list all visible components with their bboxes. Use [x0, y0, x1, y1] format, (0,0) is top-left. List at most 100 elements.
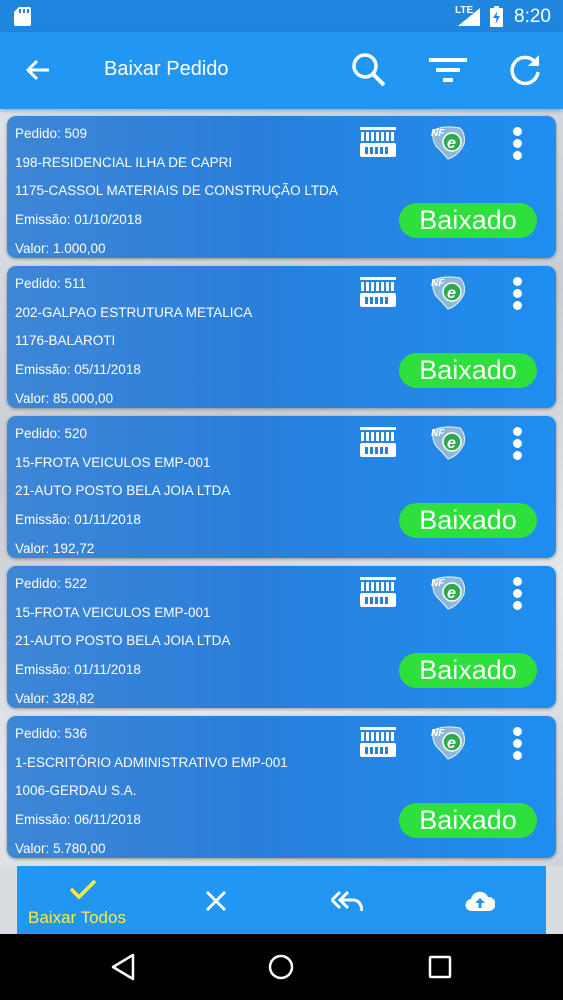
barcode-icon[interactable]	[360, 427, 396, 457]
order-company: 15-FROTA VEICULOS EMP-001	[15, 605, 211, 620]
nfe-logo-icon[interactable]: NF e	[428, 124, 468, 160]
status-time: 8:20	[514, 6, 551, 27]
close-icon	[206, 891, 226, 911]
nfe-logo-icon[interactable]: NF e	[428, 274, 468, 310]
more-vertical-icon	[512, 451, 522, 460]
search-button[interactable]	[349, 50, 389, 90]
order-number: Pedido: 536	[15, 726, 88, 741]
more-vertical-icon	[512, 139, 522, 148]
nfe-logo-icon[interactable]: NF e	[428, 424, 468, 460]
more-vertical-icon	[512, 751, 522, 760]
upload-button[interactable]	[463, 884, 497, 918]
more-vertical-icon	[512, 577, 522, 586]
order-value: Valor: 1.000,00	[15, 241, 106, 256]
svg-text:NF: NF	[431, 278, 445, 289]
order-number: Pedido: 520	[15, 426, 88, 441]
svg-text:e: e	[447, 285, 456, 302]
order-issue-date: Emissão: 01/10/2018	[15, 212, 142, 227]
nfe-logo-icon[interactable]: NF e	[428, 724, 468, 760]
order-customer: 21-AUTO POSTO BELA JOIA LTDA	[15, 633, 231, 648]
order-card[interactable]: Pedido: 522 15-FROTA VEICULOS EMP-001 21…	[7, 566, 556, 708]
more-vertical-icon	[512, 727, 522, 736]
nfe-logo-icon[interactable]: NF e	[428, 574, 468, 610]
order-company: 15-FROTA VEICULOS EMP-001	[15, 455, 211, 470]
order-number: Pedido: 511	[15, 276, 87, 291]
more-vertical-icon	[512, 151, 522, 160]
bottom-action-bar: Baixar Todos	[17, 866, 546, 934]
check-icon	[69, 879, 97, 900]
system-navigation-bar	[0, 934, 563, 1000]
signal-icon	[458, 8, 480, 26]
more-vertical-icon	[512, 427, 522, 436]
order-issue-date: Emissão: 05/11/2018	[15, 362, 141, 377]
order-card[interactable]: Pedido: 520 15-FROTA VEICULOS EMP-001 21…	[7, 416, 556, 558]
nav-recents-icon[interactable]	[428, 955, 452, 979]
more-vertical-icon	[512, 301, 522, 310]
more-options-button[interactable]	[507, 274, 527, 314]
status-badge: Baixado	[399, 353, 537, 388]
more-vertical-icon	[512, 289, 522, 298]
svg-text:e: e	[447, 435, 456, 452]
more-vertical-icon	[512, 127, 522, 136]
search-icon	[352, 53, 386, 87]
page-title: Baixar Pedido	[104, 58, 229, 80]
more-options-button[interactable]	[507, 124, 527, 164]
svg-text:NF: NF	[431, 428, 445, 439]
battery-charging-icon	[490, 6, 503, 27]
app-bar: Baixar Pedido	[0, 32, 563, 109]
barcode-icon[interactable]	[360, 127, 396, 157]
svg-text:NF: NF	[431, 128, 445, 139]
order-number: Pedido: 522	[15, 576, 88, 591]
barcode-icon[interactable]	[360, 727, 396, 757]
order-card[interactable]: Pedido: 536 1-ESCRITÓRIO ADMINISTRATIVO …	[7, 716, 556, 858]
more-options-button[interactable]	[507, 424, 527, 464]
filter-button[interactable]	[428, 50, 468, 90]
order-customer: 1176-BALAROTI	[15, 333, 116, 348]
nav-home-icon[interactable]	[268, 954, 294, 980]
order-value: Valor: 85.000,00	[15, 391, 114, 406]
order-customer: 21-AUTO POSTO BELA JOIA LTDA	[15, 483, 231, 498]
cloud-upload-icon	[465, 891, 495, 912]
barcode-icon[interactable]	[360, 577, 396, 607]
cancel-button[interactable]	[199, 884, 233, 918]
more-options-button[interactable]	[507, 574, 527, 614]
back-button[interactable]	[18, 50, 58, 90]
order-value: Valor: 328,82	[15, 691, 95, 706]
refresh-button[interactable]	[505, 50, 545, 90]
more-vertical-icon	[512, 589, 522, 598]
order-value: Valor: 192,72	[15, 541, 95, 556]
status-badge: Baixado	[399, 653, 537, 688]
order-issue-date: Emissão: 01/11/2018	[15, 662, 141, 677]
reply-all-button[interactable]	[330, 884, 364, 918]
baixar-todos-button[interactable]: Baixar Todos	[17, 866, 150, 934]
more-vertical-icon	[512, 739, 522, 748]
more-vertical-icon	[512, 439, 522, 448]
order-card[interactable]: Pedido: 511 202-GALPAO ESTRUTURA METALIC…	[7, 266, 556, 408]
order-customer: 1175-CASSOL MATERIAIS DE CONSTRUÇÃO LTDA	[15, 183, 338, 198]
filter-icon	[429, 58, 467, 82]
svg-text:NF: NF	[431, 728, 445, 739]
order-issue-date: Emissão: 01/11/2018	[15, 512, 141, 527]
more-options-button[interactable]	[507, 724, 527, 764]
status-badge: Baixado	[399, 503, 537, 538]
baixar-todos-label: Baixar Todos	[28, 908, 126, 927]
refresh-icon	[510, 55, 540, 86]
order-issue-date: Emissão: 06/11/2018	[15, 812, 141, 827]
more-vertical-icon	[512, 601, 522, 610]
order-list[interactable]: Pedido: 509 198-RESIDENCIAL ILHA DE CAPR…	[0, 109, 563, 866]
more-vertical-icon	[512, 277, 522, 286]
svg-text:e: e	[447, 135, 456, 152]
order-card[interactable]: Pedido: 509 198-RESIDENCIAL ILHA DE CAPR…	[7, 116, 556, 258]
order-value: Valor: 5.780,00	[15, 841, 106, 856]
status-badge: Baixado	[399, 203, 537, 238]
reply-all-icon	[331, 890, 363, 912]
order-number: Pedido: 509	[15, 126, 88, 141]
nav-back-icon[interactable]	[110, 953, 136, 981]
arrow-left-icon	[25, 59, 49, 81]
order-company: 198-RESIDENCIAL ILHA DE CAPRI	[15, 155, 233, 170]
status-badge: Baixado	[399, 803, 537, 838]
order-company: 1-ESCRITÓRIO ADMINISTRATIVO EMP-001	[15, 755, 288, 770]
status-bar: LTE 8:20	[0, 0, 563, 32]
svg-text:e: e	[447, 585, 456, 602]
barcode-icon[interactable]	[360, 277, 396, 307]
